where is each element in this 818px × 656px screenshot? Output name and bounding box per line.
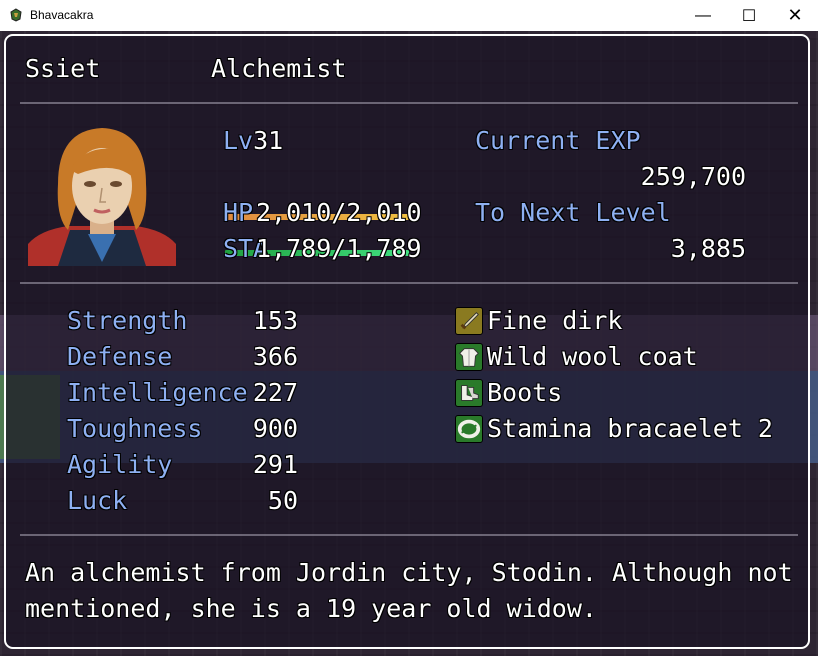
param-value-intelligence: 227 bbox=[252, 378, 298, 407]
param-value-strength: 153 bbox=[252, 306, 298, 335]
minimize-button[interactable]: — bbox=[680, 0, 726, 31]
param-label-toughness: Toughness bbox=[67, 414, 203, 443]
level-row: Lv31 bbox=[223, 126, 283, 156]
actor-class: Alchemist bbox=[211, 54, 347, 83]
level-label: Lv bbox=[223, 126, 254, 155]
param-label-strength: Strength bbox=[67, 306, 188, 335]
status-window: Ssiet Alchemist Lv31 HP 2,010/2,010 STA … bbox=[4, 34, 810, 649]
close-button[interactable]: ✕ bbox=[772, 0, 818, 31]
equip-item-body: Wild wool coat bbox=[487, 342, 698, 371]
profile-line-2: mentioned, she is a 19 year old widow. bbox=[25, 594, 597, 623]
boots-icon bbox=[455, 379, 483, 407]
next-level-value: 3,885 bbox=[670, 234, 746, 263]
game-screen: Ssiet Alchemist Lv31 HP 2,010/2,010 STA … bbox=[0, 31, 818, 656]
dagger-icon bbox=[455, 307, 483, 335]
sta-value: 1,789/1,789 bbox=[256, 234, 422, 263]
param-value-toughness: 900 bbox=[252, 414, 298, 443]
window-titlebar: Bhavacakra — ☐ ✕ bbox=[0, 0, 818, 32]
current-exp-value: 259,700 bbox=[640, 162, 746, 191]
divider-top bbox=[20, 102, 798, 104]
current-exp-label: Current EXP bbox=[475, 126, 641, 155]
window-title: Bhavacakra bbox=[30, 8, 94, 22]
param-label-luck: Luck bbox=[67, 486, 128, 515]
profile-line-1: An alchemist from Jordin city, Stodin. A… bbox=[25, 558, 793, 587]
param-value-agility: 291 bbox=[252, 450, 298, 479]
bracelet-icon bbox=[455, 415, 483, 443]
hp-label: HP bbox=[223, 198, 254, 227]
next-level-label: To Next Level bbox=[475, 198, 671, 227]
param-value-defense: 366 bbox=[252, 342, 298, 371]
param-label-defense: Defense bbox=[67, 342, 173, 371]
equip-item-weapon: Fine dirk bbox=[487, 306, 623, 335]
actor-name: Ssiet bbox=[25, 54, 101, 83]
param-label-agility: Agility bbox=[67, 450, 173, 479]
maximize-button[interactable]: ☐ bbox=[726, 0, 772, 31]
actor-face-portrait bbox=[28, 128, 176, 266]
level-value: 31 bbox=[253, 126, 284, 155]
equip-item-feet: Boots bbox=[487, 378, 563, 407]
app-icon bbox=[10, 8, 22, 22]
equip-item-accessory: Stamina bracaelet 2 bbox=[487, 414, 773, 443]
hp-value: 2,010/2,010 bbox=[256, 198, 422, 227]
param-value-luck: 50 bbox=[267, 486, 298, 515]
divider-middle bbox=[20, 282, 798, 284]
coat-icon bbox=[455, 343, 483, 371]
divider-bottom bbox=[20, 534, 798, 536]
